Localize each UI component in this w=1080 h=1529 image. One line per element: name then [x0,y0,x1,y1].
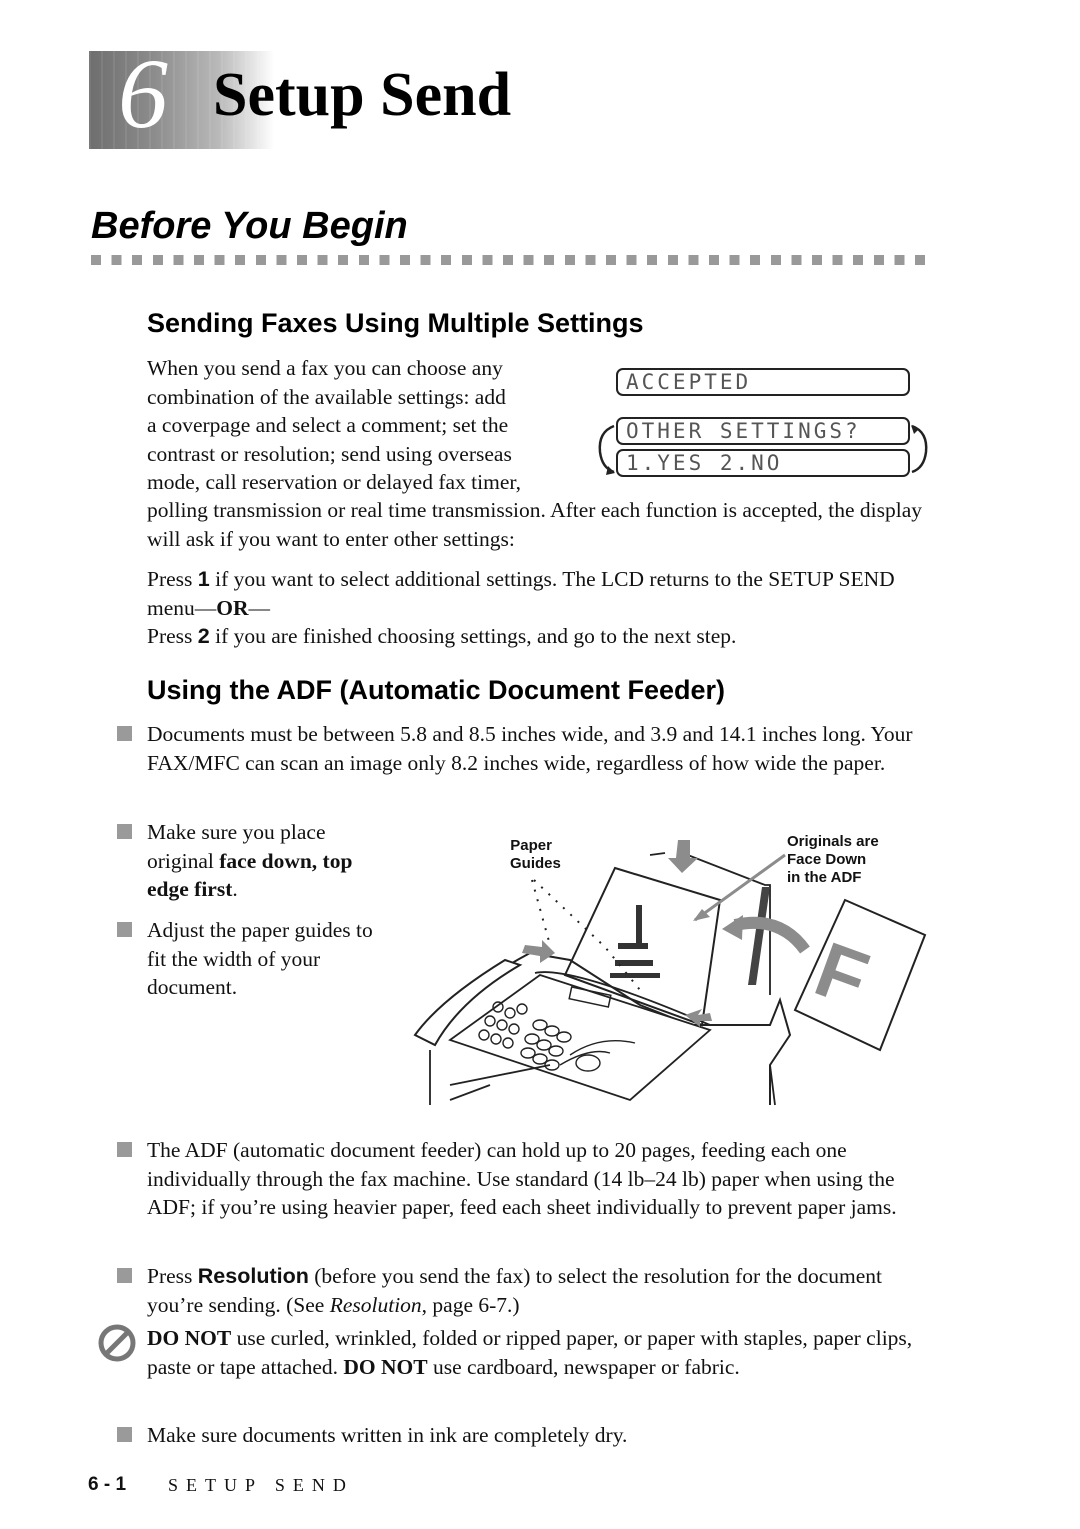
cycle-arrow-right-icon [911,424,928,474]
intro-line: a coverpage and select a comment; set th… [147,413,509,437]
text: . [232,877,238,901]
chapter-title: Setup Send [213,61,512,129]
lcd-line-yes-no: 1.YES 2.NO [616,449,910,477]
bullet-marker [117,922,132,937]
bullet-document-size: Documents must be between 5.8 and 8.5 in… [147,722,913,775]
bullet-face-down: Make sure you place original face down, … [147,818,397,904]
text: — [248,595,271,620]
text: , page 6-7.) [421,1292,520,1317]
bullet-adf-capacity: The ADF (automatic document feeder) can … [147,1138,897,1219]
subheading-multiple-settings: Sending Faxes Using Multiple Settings [147,308,644,338]
intro-line: combination of the available settings: a… [147,384,506,409]
or-separator: OR [216,595,249,620]
lcd-line-other-settings: OTHER SETTINGS? [616,417,910,445]
press-1-paragraph: Press 1 if you want to select additional… [147,565,937,622]
chapter-number: 6 [118,38,168,149]
resolution-key: Resolution [197,1264,309,1288]
adf-figure: Paper Guides Originals are Face Down in … [410,825,940,1110]
intro-line: When you send a fax you can choose any [147,356,503,380]
intro-line: mode, call reservation or delayed fax ti… [147,470,522,494]
warning-paragraph: DO NOT use curled, wrinkled, folded or r… [147,1324,937,1381]
bullet-marker [117,726,132,741]
text: use cardboard, newspaper or fabric. [427,1354,740,1379]
text: Press [147,567,198,591]
key-1: 1 [197,567,210,591]
bullet-ink-dry: Make sure documents written in ink are c… [147,1423,628,1447]
lcd-line-accepted: ACCEPTED [616,368,910,396]
intro-line: contrast or resolution; send using overs… [147,441,512,466]
page-number: 6 - 1 [88,1474,127,1495]
continuation-paragraph: polling transmission or real time transm… [147,498,923,551]
subheading-adf: Using the ADF (Automatic Document Feeder… [147,675,726,705]
bullet-marker [117,1427,132,1442]
key-2: 2 [197,624,210,648]
press-2-paragraph: Press 2 if you are finished choosing set… [147,622,937,651]
text: if you are finished choosing settings, a… [209,624,737,648]
section-divider [91,255,931,265]
prohibited-icon [98,1324,136,1362]
text: Press [147,1264,198,1288]
section-title: Before You Begin [91,205,408,247]
bullet-resolution: Press Resolution (before you send the fa… [147,1262,937,1319]
bullet-paper-guides: Adjust the paper guides to fit the width… [147,918,373,999]
cycle-arrow-left-icon [598,424,615,475]
bullet-marker [117,824,132,839]
do-not-emphasis: DO NOT [147,1326,232,1350]
footer-chapter-label: SETUP SEND [168,1475,354,1495]
intro-paragraph: When you send a fax you can choose any c… [147,354,587,497]
do-not-emphasis: DO NOT [343,1354,428,1379]
bullet-marker [117,1268,132,1283]
resolution-reference: Resolution [329,1292,422,1317]
text: Press [147,624,198,648]
bullet-marker [117,1142,132,1157]
